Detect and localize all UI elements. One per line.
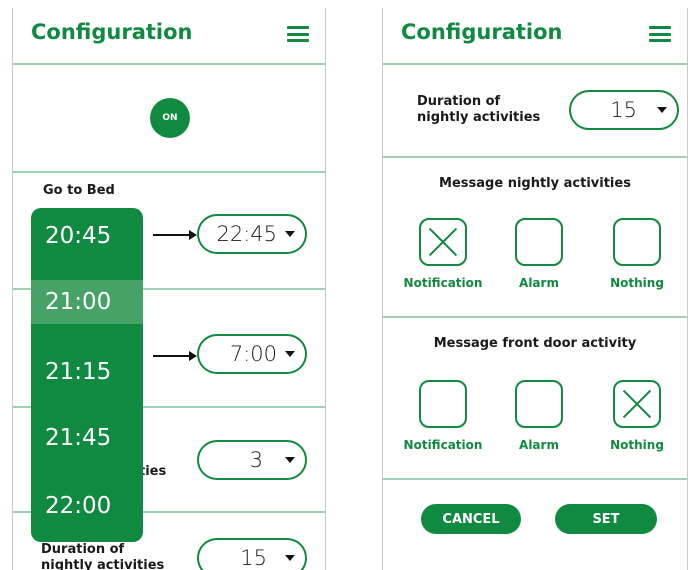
time-option[interactable]: 20:45: [31, 214, 143, 258]
set-button[interactable]: SET: [555, 504, 657, 534]
frontdoor-nothing-checkbox[interactable]: [613, 380, 661, 428]
configuration-screen-left: Configuration ON Go to Bed 22:45 7:00 ti…: [12, 8, 326, 570]
divider: [13, 63, 325, 65]
nightly-heading: Message nightly activities: [439, 176, 631, 191]
header: Configuration: [383, 8, 687, 63]
divider: [13, 171, 325, 173]
page-title: Configuration: [31, 20, 193, 44]
go-to-bed-dropdown[interactable]: 22:45: [197, 214, 307, 254]
duration-label-line1: Duration of: [417, 94, 501, 109]
duration-dropdown[interactable]: 15: [197, 538, 307, 570]
dropdown-value: 7:00: [229, 342, 277, 366]
dropdown-value: 22:45: [216, 222, 277, 246]
duration-label-line1: Duration of: [41, 542, 125, 557]
duration-label: Duration of nightly activities: [41, 542, 164, 570]
front-door-heading: Message front door activity: [433, 336, 637, 351]
time-picker[interactable]: 20:45 21:00 21:15 21:45 22:00: [31, 208, 143, 542]
wake-up-dropdown[interactable]: 7:00: [197, 334, 307, 374]
frontdoor-notification-checkbox[interactable]: [419, 380, 467, 428]
arrow-right-icon: [153, 351, 197, 361]
cancel-button[interactable]: CANCEL: [421, 504, 521, 534]
frontdoor-nothing-label: Nothing: [610, 438, 664, 452]
menu-icon[interactable]: [649, 26, 671, 42]
nightly-notification-label: Notification: [403, 276, 483, 290]
activities-label: ties: [139, 464, 167, 479]
nightly-notification-checkbox[interactable]: [419, 218, 467, 266]
arrow-right-icon: [153, 230, 197, 240]
configuration-screen-right: Configuration Duration of nightly activi…: [382, 8, 688, 570]
divider: [383, 63, 687, 65]
frontdoor-notification-label: Notification: [403, 438, 483, 452]
time-option[interactable]: 22:00: [31, 484, 143, 528]
activities-count-dropdown[interactable]: 3: [197, 440, 307, 480]
time-option-selected[interactable]: 21:00: [31, 280, 143, 324]
dropdown-value: 3: [249, 448, 263, 472]
nightly-alarm-checkbox[interactable]: [515, 218, 563, 266]
dropdown-value: 15: [240, 546, 267, 570]
duration-label-line2: nightly activities: [41, 558, 165, 570]
duration-dropdown[interactable]: 15: [569, 90, 679, 130]
caret-down-icon: [657, 107, 667, 113]
divider: [383, 156, 687, 158]
divider: [383, 478, 687, 480]
frontdoor-alarm-label: Alarm: [519, 438, 559, 452]
dropdown-value: 15: [610, 98, 637, 122]
frontdoor-alarm-checkbox[interactable]: [515, 380, 563, 428]
nightly-nothing-label: Nothing: [610, 276, 664, 290]
nightly-nothing-checkbox[interactable]: [613, 218, 661, 266]
go-to-bed-label: Go to Bed: [43, 183, 115, 198]
header: Configuration: [13, 8, 325, 63]
time-option[interactable]: 21:15: [31, 350, 143, 394]
caret-down-icon: [285, 231, 295, 237]
menu-icon[interactable]: [287, 26, 309, 42]
divider: [383, 316, 687, 318]
page-title: Configuration: [401, 20, 563, 44]
duration-label-line2: nightly activities: [417, 110, 541, 125]
caret-down-icon: [285, 555, 295, 561]
nightly-alarm-label: Alarm: [519, 276, 559, 290]
on-toggle-button[interactable]: ON: [150, 98, 190, 138]
caret-down-icon: [285, 351, 295, 357]
duration-label: Duration of nightly activities: [417, 94, 540, 126]
caret-down-icon: [285, 457, 295, 463]
time-option[interactable]: 21:45: [31, 416, 143, 460]
